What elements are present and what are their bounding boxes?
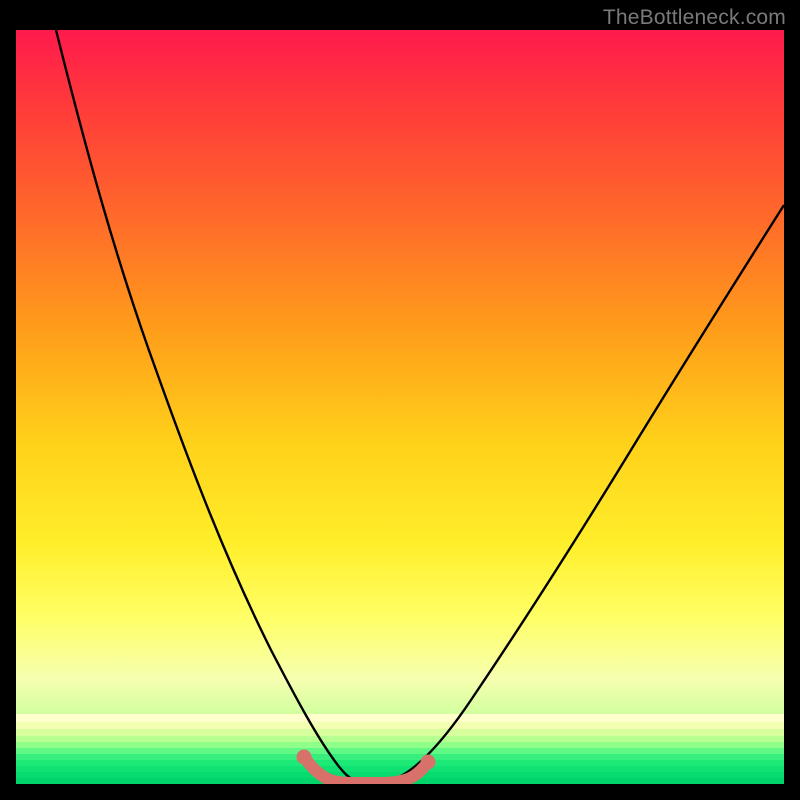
curve-layer [16,30,784,784]
chart-frame: TheBottleneck.com [0,0,800,800]
plot-area [16,30,784,784]
minimum-marker-endpoint [297,750,312,765]
minimum-marker-endpoint [421,755,436,770]
watermark-text: TheBottleneck.com [603,6,786,30]
bottleneck-curve [56,30,784,781]
